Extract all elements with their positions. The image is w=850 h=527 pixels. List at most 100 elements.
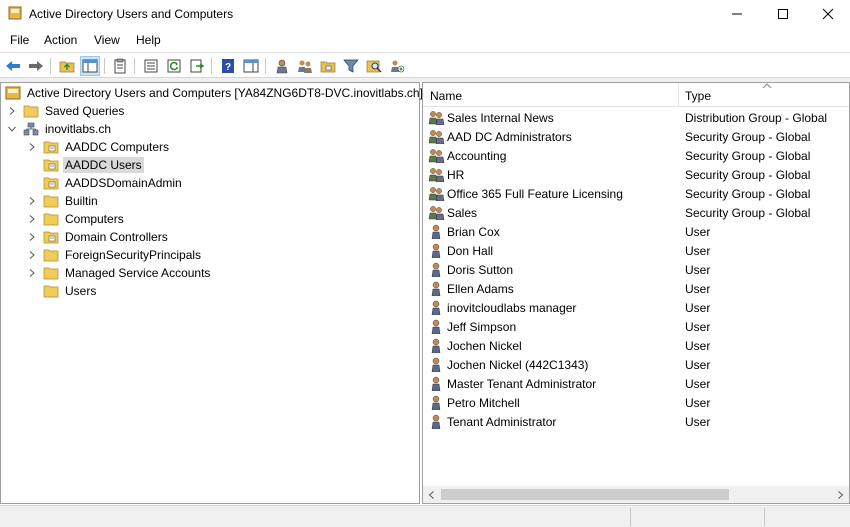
- tree-item-managed-service-accounts[interactable]: Managed Service Accounts: [25, 264, 212, 282]
- minimize-button[interactable]: [714, 0, 760, 28]
- list-item[interactable]: Don Hall User: [423, 241, 849, 260]
- list-item[interactable]: Master Tenant Administrator User: [423, 374, 849, 393]
- item-name: Brian Cox: [447, 225, 500, 239]
- list-item[interactable]: HR Security Group - Global: [423, 165, 849, 184]
- show-action-pane-button[interactable]: [241, 56, 261, 76]
- menu-view[interactable]: View: [94, 33, 120, 47]
- item-name: AAD DC Administrators: [447, 130, 572, 144]
- filter-button[interactable]: [341, 56, 361, 76]
- create-ou-button[interactable]: [318, 56, 338, 76]
- list-item[interactable]: Accounting Security Group - Global: [423, 146, 849, 165]
- expand-chevron[interactable]: [25, 212, 39, 226]
- list-item[interactable]: Brian Cox User: [423, 222, 849, 241]
- tree-root-label: Active Directory Users and Computers [YA…: [27, 86, 423, 100]
- tree-item-foreignsecurityprincipals[interactable]: ForeignSecurityPrincipals: [25, 246, 203, 264]
- tree-item-saved-queries[interactable]: Saved Queries: [5, 102, 126, 120]
- tree-item-computers[interactable]: Computers: [25, 210, 126, 228]
- back-button[interactable]: [3, 56, 23, 76]
- create-group-button[interactable]: [295, 56, 315, 76]
- menu-file[interactable]: File: [10, 33, 29, 47]
- results-pane[interactable]: Name Type Sales Internal News Distributio…: [422, 82, 850, 504]
- list-item[interactable]: Doris Sutton User: [423, 260, 849, 279]
- list-item[interactable]: Petro Mitchell User: [423, 393, 849, 412]
- expand-chevron[interactable]: [25, 266, 39, 280]
- menu-help[interactable]: Help: [136, 33, 161, 47]
- column-divider[interactable]: [678, 83, 679, 107]
- expand-chevron[interactable]: [25, 194, 39, 208]
- new-group-icon: [298, 60, 312, 73]
- item-name: Jochen Nickel (442C1343): [447, 358, 589, 372]
- properties-icon: [114, 58, 126, 74]
- menu-bar: File Action View Help: [0, 29, 850, 51]
- item-name: Office 365 Full Feature Licensing: [447, 187, 623, 201]
- chevron-down-icon: [8, 126, 16, 132]
- svg-text:?: ?: [225, 62, 231, 73]
- tree-item-domain-controllers[interactable]: Domain Controllers: [25, 228, 170, 246]
- list-item[interactable]: inovitcloudlabs manager User: [423, 298, 849, 317]
- user-icon: [431, 338, 441, 353]
- scroll-left-button[interactable]: [423, 486, 440, 503]
- chevron-right-icon: [29, 143, 35, 151]
- horizontal-scrollbar[interactable]: [423, 486, 849, 503]
- help-button[interactable]: ?: [218, 56, 238, 76]
- tree-item-aaddc-users[interactable]: AADDC Users: [25, 156, 144, 174]
- up-one-level-button[interactable]: [57, 56, 77, 76]
- column-header-name[interactable]: Name: [430, 89, 462, 103]
- refresh-button[interactable]: [164, 56, 184, 76]
- ad-users-computers-app-icon: [8, 6, 22, 20]
- menu-action[interactable]: Action: [44, 33, 77, 47]
- create-user-button[interactable]: [272, 56, 292, 76]
- tree-root[interactable]: Active Directory Users and Computers [YA…: [5, 84, 425, 102]
- add-to-group-button[interactable]: [387, 56, 407, 76]
- column-header-row: Name Type: [423, 83, 849, 107]
- tree-item-label: Users: [65, 284, 97, 298]
- user-icon: [431, 224, 441, 239]
- tree-item-aaddc-computers[interactable]: AADDC Computers: [25, 138, 171, 156]
- group-icon: [428, 168, 445, 182]
- column-header-type[interactable]: Type: [685, 89, 711, 103]
- item-type: Security Group - Global: [685, 187, 811, 201]
- tree-item-users[interactable]: Users: [25, 282, 98, 300]
- folder-icon: [43, 285, 59, 298]
- list-item[interactable]: Jeff Simpson User: [423, 317, 849, 336]
- list-item[interactable]: AAD DC Administrators Security Group - Gl…: [423, 127, 849, 146]
- expand-chevron: [25, 176, 39, 190]
- properties-button[interactable]: [110, 56, 130, 76]
- item-type: User: [685, 415, 711, 429]
- expand-chevron[interactable]: [25, 140, 39, 154]
- list-item[interactable]: Jochen Nickel (442C1343) User: [423, 355, 849, 374]
- close-button[interactable]: [805, 0, 850, 28]
- toolbar-separator: [211, 58, 212, 74]
- maximize-button[interactable]: [760, 0, 806, 28]
- toolbar: ?: [0, 52, 850, 78]
- folder-icon: [43, 213, 59, 226]
- expand-chevron[interactable]: [5, 104, 19, 118]
- item-type: User: [685, 263, 711, 277]
- list-item[interactable]: Sales Security Group - Global: [423, 203, 849, 222]
- user-icon: [431, 262, 441, 277]
- folder-icon: [43, 249, 59, 262]
- show-console-tree-button[interactable]: [80, 56, 100, 76]
- user-icon: [431, 281, 441, 296]
- export-list-button[interactable]: [141, 56, 161, 76]
- expand-chevron[interactable]: [25, 230, 39, 244]
- scrollbar-thumb[interactable]: [441, 489, 729, 500]
- list-item[interactable]: Ellen Adams User: [423, 279, 849, 298]
- forward-button[interactable]: [26, 56, 46, 76]
- new-user-icon: [276, 59, 288, 74]
- expand-chevron[interactable]: [25, 248, 39, 262]
- tree-item-aaddsdomainadmin[interactable]: AADDSDomainAdmin: [25, 174, 184, 192]
- list-item[interactable]: Jochen Nickel User: [423, 336, 849, 355]
- list-item[interactable]: Tenant Administrator User: [423, 412, 849, 431]
- scroll-right-button[interactable]: [832, 486, 849, 503]
- tree-item-builtin[interactable]: Builtin: [25, 192, 100, 210]
- tree-item-domain[interactable]: inovitlabs.ch: [5, 120, 113, 138]
- item-type: User: [685, 396, 711, 410]
- console-tree-pane[interactable]: Active Directory Users and Computers [YA…: [0, 82, 423, 504]
- export-button[interactable]: [187, 56, 207, 76]
- list-item[interactable]: Sales Internal News Distribution Group - …: [423, 108, 849, 127]
- collapse-chevron[interactable]: [5, 122, 19, 136]
- filter-icon: [343, 59, 359, 73]
- list-item[interactable]: Office 365 Full Feature Licensing Securit…: [423, 184, 849, 203]
- find-button[interactable]: [364, 56, 384, 76]
